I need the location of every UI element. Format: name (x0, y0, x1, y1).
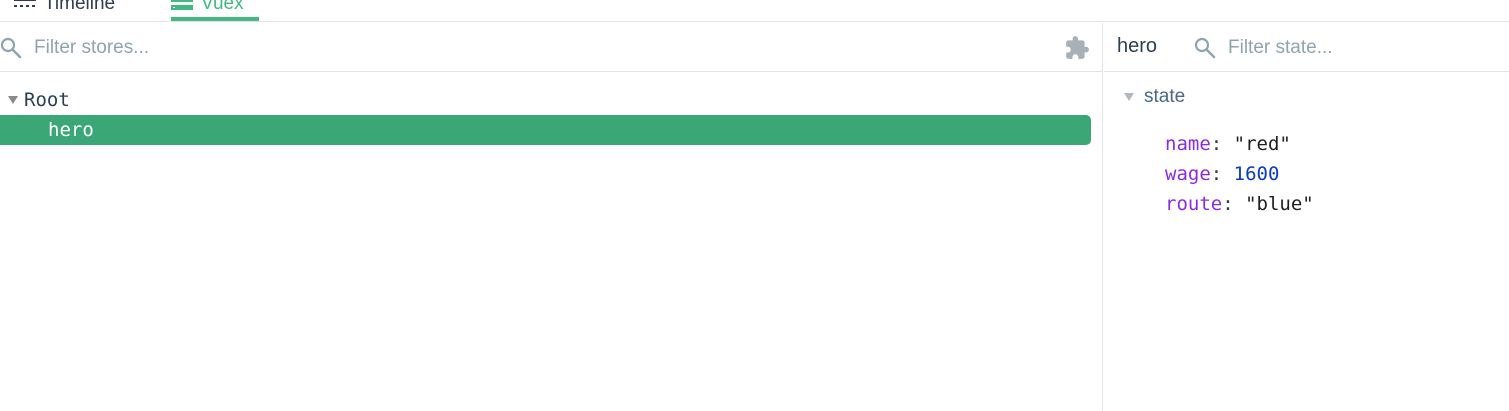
tab-timeline-label: Timeline (44, 0, 116, 14)
tree-item-root[interactable]: Root (0, 85, 1091, 115)
tab-vuex-label: Vuex (201, 0, 244, 14)
vuex-icon (171, 0, 193, 10)
inspector-toolbar: hero (1104, 23, 1509, 72)
state-prop-route[interactable]: route: "blue" (1165, 189, 1314, 219)
filter-stores-input[interactable] (34, 36, 934, 60)
timeline-icon (14, 0, 36, 7)
tree-item-label: Root (24, 89, 70, 111)
search-icon (0, 37, 22, 59)
stores-toolbar (0, 23, 1103, 72)
collapse-caret-icon[interactable] (1124, 93, 1134, 101)
tab-bar: Timeline Vuex (0, 0, 1509, 22)
state-prop-name[interactable]: name: "red" (1165, 129, 1291, 159)
state-inspector-pane: hero state name: "red" wage: 1600 route:… (1104, 23, 1509, 411)
tree-item-label: hero (48, 119, 94, 141)
state-prop-wage[interactable]: wage: 1600 (1165, 159, 1279, 189)
stores-pane: Root hero (0, 23, 1103, 411)
prop-value[interactable]: "red" (1234, 133, 1291, 155)
collapse-caret-icon[interactable] (8, 96, 18, 104)
search-icon (1194, 37, 1216, 59)
puzzle-icon[interactable] (1064, 35, 1090, 61)
prop-key: wage (1165, 163, 1211, 185)
tree-item-hero[interactable]: hero (0, 115, 1091, 145)
state-section-header[interactable]: state (1124, 83, 1185, 111)
prop-key: name (1165, 133, 1211, 155)
module-title: hero (1117, 35, 1158, 57)
active-tab-indicator (171, 17, 259, 21)
state-section-label: state (1144, 86, 1186, 107)
tab-timeline[interactable]: Timeline (14, 0, 115, 22)
prop-key: route (1165, 193, 1223, 215)
filter-state-input[interactable] (1228, 36, 1498, 60)
prop-value[interactable]: "blue" (1245, 193, 1314, 215)
prop-value[interactable]: 1600 (1234, 163, 1280, 185)
